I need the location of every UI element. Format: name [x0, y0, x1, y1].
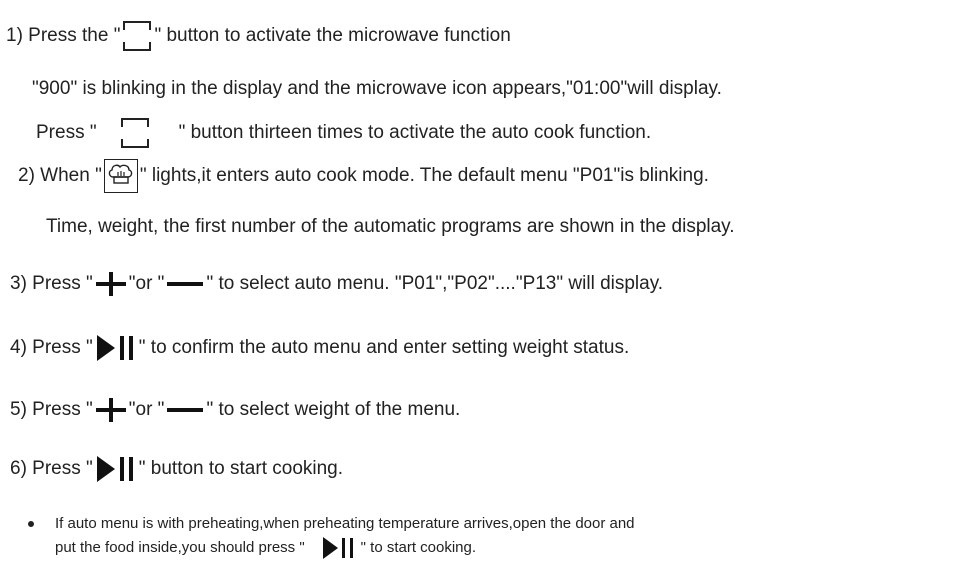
- step5-text-c: " to select weight of the menu.: [206, 399, 461, 420]
- note-line2-text-a: put the food inside,you should press ": [55, 539, 305, 556]
- step4-text-a: 4) Press ": [10, 337, 93, 358]
- step5-line: 5) Press " "or " " to select weight of t…: [10, 398, 460, 422]
- step5-text-b: "or ": [128, 399, 165, 420]
- step2-line: 2) When " " lights,it enters auto cook m…: [18, 159, 709, 193]
- step3-line: 3) Press " "or " " to select auto menu. …: [10, 272, 663, 296]
- step5-text-a: 5) Press ": [10, 399, 93, 420]
- step6-text-a: 6) Press ": [10, 458, 93, 479]
- step2-text-b: " lights,it enters auto cook mode. The d…: [139, 165, 709, 186]
- step2-line2: Time, weight, the first number of the au…: [46, 216, 735, 237]
- note-line1: If auto menu is with preheating,when pre…: [55, 515, 635, 532]
- step2-text-a: 2) When ": [18, 165, 102, 186]
- step6-line: 6) Press " " button to start cooking.: [10, 456, 343, 482]
- play-pause-icon: [96, 456, 135, 482]
- step1-line3-text-a: Press ": [36, 122, 97, 143]
- step4-text-b: " to confirm the auto menu and enter set…: [138, 337, 630, 358]
- chef-hat-auto-cook-icon: [103, 159, 138, 193]
- minus-icon: [167, 398, 204, 422]
- step3-text-b: "or ": [128, 273, 165, 294]
- step1-line2: "900" is blinking in the display and the…: [32, 78, 722, 99]
- note-line2-text-b: " to start cooking.: [360, 539, 477, 556]
- step6-text-b: " button to start cooking.: [138, 458, 344, 479]
- play-pause-icon: [322, 537, 355, 559]
- step1-line3: Press " " button thirteen times to activ…: [36, 118, 651, 148]
- step3-text-c: " to select auto menu. "P01","P02"...."P…: [206, 273, 664, 294]
- plus-icon: [95, 398, 126, 422]
- step1-text-b: " button to activate the microwave funct…: [154, 25, 511, 46]
- step3-text-a: 3) Press ": [10, 273, 93, 294]
- plus-icon: [95, 272, 126, 296]
- step4-line: 4) Press " " to confirm the auto menu an…: [10, 335, 629, 361]
- step1-line3-text-b: " button thirteen times to activate the …: [178, 122, 652, 143]
- play-pause-icon: [96, 335, 135, 361]
- bullet-icon: [28, 521, 34, 527]
- step1-line: 1) Press the " " button to activate the …: [6, 21, 511, 51]
- menu-button-icon: [123, 21, 152, 51]
- step1-text-a: 1) Press the ": [6, 25, 121, 46]
- menu-button-icon: [120, 118, 149, 148]
- minus-icon: [167, 272, 204, 296]
- note-line2: put the food inside,you should press " "…: [55, 536, 476, 560]
